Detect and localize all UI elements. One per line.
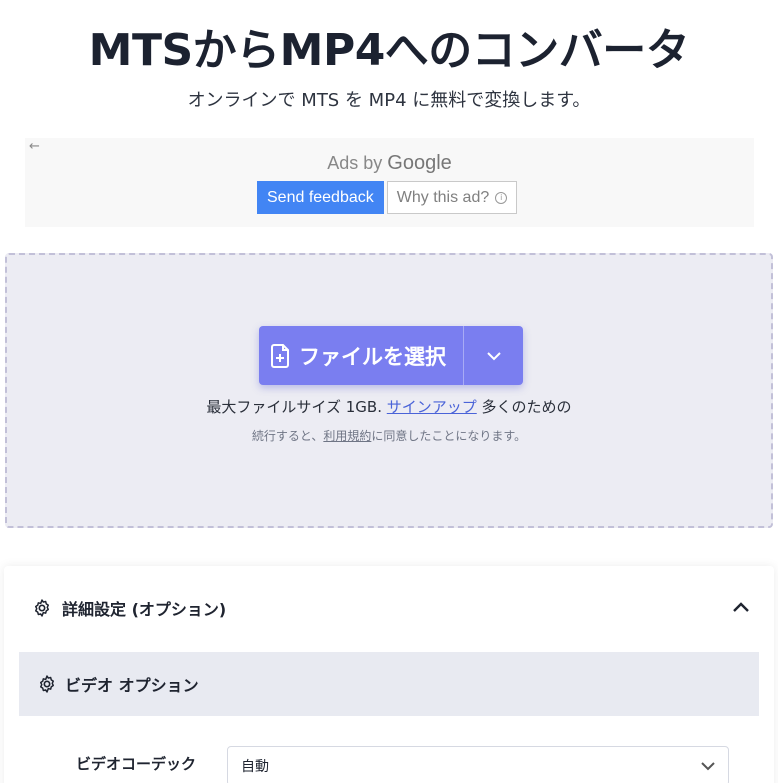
google-logo-text: Google — [387, 152, 452, 174]
file-size-limit: 最大ファイルサイズ 1GB. サインアップ 多くのための — [7, 396, 771, 417]
file-plus-icon — [271, 343, 289, 368]
send-feedback-button[interactable]: Send feedback — [257, 181, 384, 214]
video-codec-select[interactable]: 自動 — [227, 746, 729, 783]
choose-file-label: ファイルを選択 — [299, 344, 446, 369]
ads-by-label: Ads by — [327, 153, 383, 173]
video-options-label: ビデオ オプション — [65, 676, 199, 695]
choose-file-button[interactable]: ファイルを選択 — [259, 326, 523, 385]
gear-icon — [40, 675, 54, 693]
page-subtitle: オンラインで MTS を MP4 に無料で変換します。 — [187, 90, 591, 111]
choose-source-dropdown[interactable] — [464, 326, 523, 385]
chevron-up-icon[interactable] — [732, 600, 750, 614]
file-drop-zone[interactable]: ファイルを選択 最大ファイルサイズ 1GB. サインアップ 多くのための 続行す… — [5, 253, 773, 528]
ad-buttons: Send feedback Why this ad? i — [257, 181, 518, 214]
video-options-section[interactable]: ビデオ オプション — [19, 652, 759, 716]
gear-icon — [35, 599, 49, 617]
terms-link[interactable]: 利用規約 — [323, 429, 371, 443]
advanced-settings-panel: 詳細設定 (オプション) ビデオ オプション ビデオコーデック 自動 — [4, 566, 774, 783]
limit-suffix: 多くのための — [481, 398, 572, 416]
signup-link[interactable]: サインアップ — [387, 398, 477, 416]
why-this-ad-button[interactable]: Why this ad? i — [386, 181, 518, 214]
video-codec-value: 自動 — [241, 759, 269, 775]
terms-suffix: に同意したことになります。 — [371, 429, 527, 443]
chevron-down-icon — [486, 351, 501, 360]
chevron-down-icon — [701, 762, 715, 771]
terms-prefix: 続行すると、 — [251, 429, 324, 443]
choose-file-main[interactable]: ファイルを選択 — [259, 326, 463, 385]
limit-prefix: 最大ファイルサイズ 1GB. — [206, 398, 382, 416]
ads-by-google: Ads by Google — [25, 152, 754, 175]
info-icon: i — [495, 191, 508, 204]
advanced-settings-toggle[interactable]: 詳細設定 (オプション) — [32, 596, 226, 620]
video-codec-label: ビデオコーデック — [76, 755, 197, 773]
advanced-settings-label: 詳細設定 (オプション) — [62, 600, 227, 619]
terms-notice: 続行すると、利用規約に同意したことになります。 — [7, 427, 771, 444]
why-this-ad-label: Why this ad? — [396, 188, 490, 206]
page-title: MTSからMP4へのコンバータ — [88, 25, 690, 76]
ad-container: ← Ads by Google Send feedback Why this a… — [25, 138, 754, 227]
